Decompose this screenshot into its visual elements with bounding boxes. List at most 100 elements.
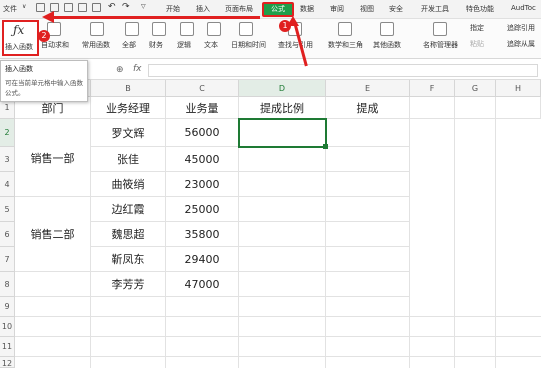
paste-button[interactable]: 粘贴 <box>470 39 484 49</box>
row-header[interactable]: 8 <box>0 272 15 297</box>
menu-layout[interactable]: 页面布局 <box>225 4 253 14</box>
name-manager-button[interactable]: 名称管理器 <box>423 40 458 50</box>
column-header[interactable]: C <box>166 80 239 97</box>
trace-dependents-button[interactable]: 追踪从属 <box>507 39 535 49</box>
column-header-selected[interactable]: D <box>239 80 326 97</box>
all-functions-icon[interactable] <box>125 22 139 36</box>
insert-function-button[interactable]: ƒx 插入函数 <box>2 20 39 56</box>
column-header[interactable]: B <box>91 80 166 97</box>
other-functions-icon[interactable] <box>380 22 394 36</box>
menu-view[interactable]: 视图 <box>360 4 374 14</box>
cell[interactable] <box>326 147 410 172</box>
cell[interactable] <box>239 222 326 247</box>
logic-button[interactable]: 逻辑 <box>177 40 191 50</box>
save-icon[interactable] <box>64 3 73 12</box>
department-cell[interactable]: 销售二部 <box>15 197 91 272</box>
manager-cell[interactable]: 罗文辉 <box>91 119 166 147</box>
cell[interactable] <box>239 172 326 197</box>
finance-icon[interactable] <box>152 22 166 36</box>
common-function-button[interactable]: 常用函数 <box>82 40 110 50</box>
menu-autotools[interactable]: AudToc <box>511 4 536 12</box>
row-header[interactable]: 6 <box>0 222 15 247</box>
menu-insert[interactable]: 插入 <box>196 4 210 14</box>
common-function-icon[interactable] <box>90 22 104 36</box>
menu-security[interactable]: 安全 <box>389 4 403 14</box>
header-cell[interactable]: 业务量 <box>166 97 239 119</box>
cell[interactable] <box>239 147 326 172</box>
fx-label[interactable]: fx <box>133 64 142 74</box>
volume-cell[interactable]: 23000 <box>166 172 239 197</box>
cell[interactable] <box>239 197 326 222</box>
specify-button[interactable]: 指定 <box>470 23 484 33</box>
math-icon[interactable] <box>338 22 352 36</box>
column-header[interactable]: E <box>326 80 410 97</box>
row-header-selected[interactable]: 2 <box>0 119 15 147</box>
menu-formula[interactable]: 公式 <box>262 2 294 17</box>
empty-rows[interactable] <box>15 297 541 368</box>
volume-cell[interactable]: 56000 <box>166 119 239 147</box>
row-header[interactable]: 11 <box>0 337 15 357</box>
header-cell[interactable]: 业务经理 <box>91 97 166 119</box>
lookup-button[interactable]: 查找与引用 <box>278 40 313 50</box>
cell[interactable] <box>410 97 455 119</box>
column-header[interactable]: F <box>410 80 455 97</box>
volume-cell[interactable]: 47000 <box>166 272 239 297</box>
active-cell[interactable] <box>238 118 327 148</box>
cell[interactable] <box>326 119 410 147</box>
cell[interactable] <box>326 172 410 197</box>
manager-cell[interactable]: 张佳 <box>91 147 166 172</box>
manager-cell[interactable]: 边红霞 <box>91 197 166 222</box>
fill-handle[interactable] <box>323 144 328 149</box>
row-header[interactable]: 4 <box>0 172 15 197</box>
text-icon[interactable] <box>207 22 221 36</box>
menu-features[interactable]: 特色功能 <box>466 4 494 14</box>
cell[interactable] <box>455 97 496 119</box>
cell[interactable] <box>496 97 541 119</box>
column-header[interactable]: H <box>496 80 541 97</box>
row-header[interactable]: 12 <box>0 357 15 368</box>
redo-icon[interactable]: ↷ <box>122 2 130 12</box>
file-menu[interactable]: 文件 <box>3 4 17 14</box>
cell[interactable] <box>239 272 326 297</box>
menu-data[interactable]: 数据 <box>300 4 314 14</box>
cell[interactable] <box>239 247 326 272</box>
header-cell[interactable]: 提成 <box>326 97 410 119</box>
column-header[interactable]: G <box>455 80 496 97</box>
other-functions-button[interactable]: 其他函数 <box>373 40 401 50</box>
volume-cell[interactable]: 29400 <box>166 247 239 272</box>
row-header[interactable]: 5 <box>0 197 15 222</box>
row-header[interactable]: 9 <box>0 297 15 317</box>
manager-cell[interactable]: 李芳芳 <box>91 272 166 297</box>
datetime-icon[interactable] <box>239 22 253 36</box>
text-button[interactable]: 文本 <box>204 40 218 50</box>
menu-review[interactable]: 审阅 <box>330 4 344 14</box>
datetime-button[interactable]: 日期和时间 <box>231 40 266 50</box>
cell[interactable] <box>326 222 410 247</box>
more-icon[interactable]: ▽ <box>141 3 146 10</box>
row-header[interactable]: 3 <box>0 147 15 172</box>
manager-cell[interactable]: 靳凤东 <box>91 247 166 272</box>
menu-start[interactable]: 开始 <box>166 4 180 14</box>
header-cell[interactable]: 提成比例 <box>239 97 326 119</box>
row-header[interactable]: 7 <box>0 247 15 272</box>
finance-button[interactable]: 财务 <box>149 40 163 50</box>
chevron-down-icon[interactable]: ∨ <box>22 3 26 10</box>
name-manager-icon[interactable] <box>433 22 447 36</box>
row-header[interactable]: 10 <box>0 317 15 337</box>
undo-icon[interactable]: ↶ <box>108 2 116 12</box>
volume-cell[interactable]: 25000 <box>166 197 239 222</box>
department-cell[interactable]: 销售一部 <box>15 119 91 197</box>
trace-precedents-button[interactable]: 追踪引用 <box>507 23 535 33</box>
volume-cell[interactable]: 35800 <box>166 222 239 247</box>
logic-icon[interactable] <box>180 22 194 36</box>
volume-cell[interactable]: 45000 <box>166 147 239 172</box>
cell[interactable] <box>326 197 410 222</box>
math-button[interactable]: 数学和三角 <box>328 40 363 50</box>
formula-input[interactable] <box>148 64 538 77</box>
menu-devtools[interactable]: 开发工具 <box>421 4 449 14</box>
cell[interactable] <box>326 247 410 272</box>
zoom-icon[interactable]: ⊕ <box>116 65 124 75</box>
manager-cell[interactable]: 魏思超 <box>91 222 166 247</box>
print-icon[interactable] <box>78 3 87 12</box>
cell[interactable] <box>326 272 410 297</box>
